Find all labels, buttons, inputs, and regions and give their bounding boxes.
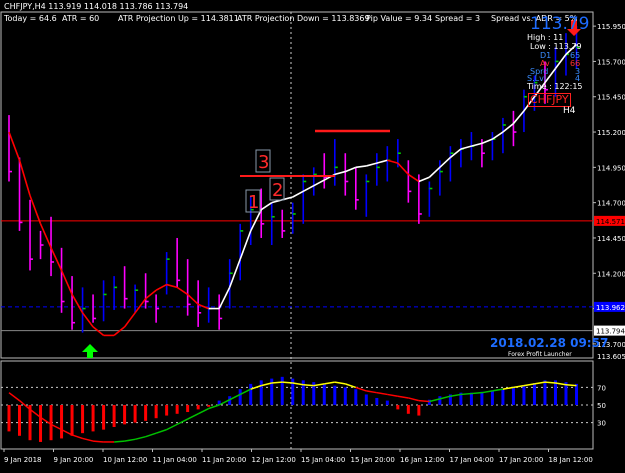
time-axis-label: 10 Jan 12:00 <box>103 456 147 464</box>
time-axis-label: 9 Jan 2018 <box>4 456 42 464</box>
info-high: High : 11 <box>527 33 564 42</box>
current-price-label: 113.794 <box>596 328 625 336</box>
time-axis-label: 17 Jan 04:00 <box>450 456 494 464</box>
time-axis-label: 16 Jan 12:00 <box>400 456 444 464</box>
indicator-line-segment <box>565 384 577 387</box>
price-axis-label: 115.200 <box>597 129 625 137</box>
price-axis-label: 114.950 <box>597 164 625 172</box>
indicator-axis-label: 50 <box>597 402 606 410</box>
marker-3: 3 <box>258 152 269 173</box>
indicator-line-segment <box>114 440 125 443</box>
price-axis-label: 114.200 <box>597 270 625 278</box>
today-stat: Today = 64.6 <box>4 14 57 23</box>
spread-stat: Spread = 3 <box>435 14 481 23</box>
atr-down-stat: ATR Projection Down = 113.8369 <box>237 14 370 23</box>
time-axis-label: 18 Jan 12:00 <box>549 456 593 464</box>
indicator-line-segment <box>303 384 314 387</box>
time-axis-label: 15 Jan 20:00 <box>351 456 395 464</box>
time-axis-label: 12 Jan 12:00 <box>252 456 296 464</box>
price-axis-label: 114.700 <box>597 200 625 208</box>
info-low: Low : 113.79 <box>530 42 582 51</box>
watermark-datetime: 2018.02.28 09:57 <box>490 336 609 350</box>
atr-up-stat: ATR Projection Up = 114.3811 <box>118 14 239 23</box>
indicator-line-segment <box>544 381 556 384</box>
marker-1: 1 <box>248 192 259 213</box>
indicator-axis-label: 70 <box>597 384 606 392</box>
info-timeframe: H4 <box>563 106 576 116</box>
chart-window[interactable]: 70 50 30 115.950 115.700 115.450 115.200 114.9… <box>0 0 625 469</box>
blue-level-label: 113.962 <box>596 304 625 312</box>
watermark-brand: Forex Profit Launcher <box>508 351 572 358</box>
info-symbol: CHFJPY <box>528 93 571 107</box>
price-axis-label: 115.450 <box>597 94 625 102</box>
price-axis-label: 114.450 <box>597 235 625 243</box>
time-axis-label: 15 Jan 04:00 <box>301 456 345 464</box>
info-time: Time : 122:15 <box>527 82 583 91</box>
time-axis-label: 17 Jan 20:00 <box>499 456 543 464</box>
indicator-line-segment <box>282 381 293 384</box>
time-axis-label: 11 Jan 04:00 <box>153 456 197 464</box>
big-price: 113.79 <box>530 14 590 34</box>
indicator-line-segment <box>460 392 472 396</box>
price-axis-bottom-label: 113.605 <box>597 353 625 361</box>
indicator-axis-label: 30 <box>597 420 606 428</box>
indicator-line-segment <box>93 440 104 443</box>
red-level-label: 114.571 <box>596 218 625 226</box>
marker-2: 2 <box>272 180 283 201</box>
indicator-line-segment <box>271 381 283 384</box>
time-axis-label: 11 Jan 20:00 <box>202 456 246 464</box>
atr-stat: ATR = 60 <box>62 14 100 23</box>
time-axis-label: 9 Jan 20:00 <box>54 456 94 464</box>
pip-value-stat: Pip Value = 9.34 <box>366 14 433 23</box>
indicator-line-segment <box>471 391 482 395</box>
price-axis-label: 115.950 <box>597 23 625 31</box>
price-axis-label: 115.700 <box>597 58 625 66</box>
symbol-line: CHFJPY,H4 113.919 114.018 113.786 113.79… <box>4 2 189 11</box>
indicator-line-segment <box>418 399 430 403</box>
